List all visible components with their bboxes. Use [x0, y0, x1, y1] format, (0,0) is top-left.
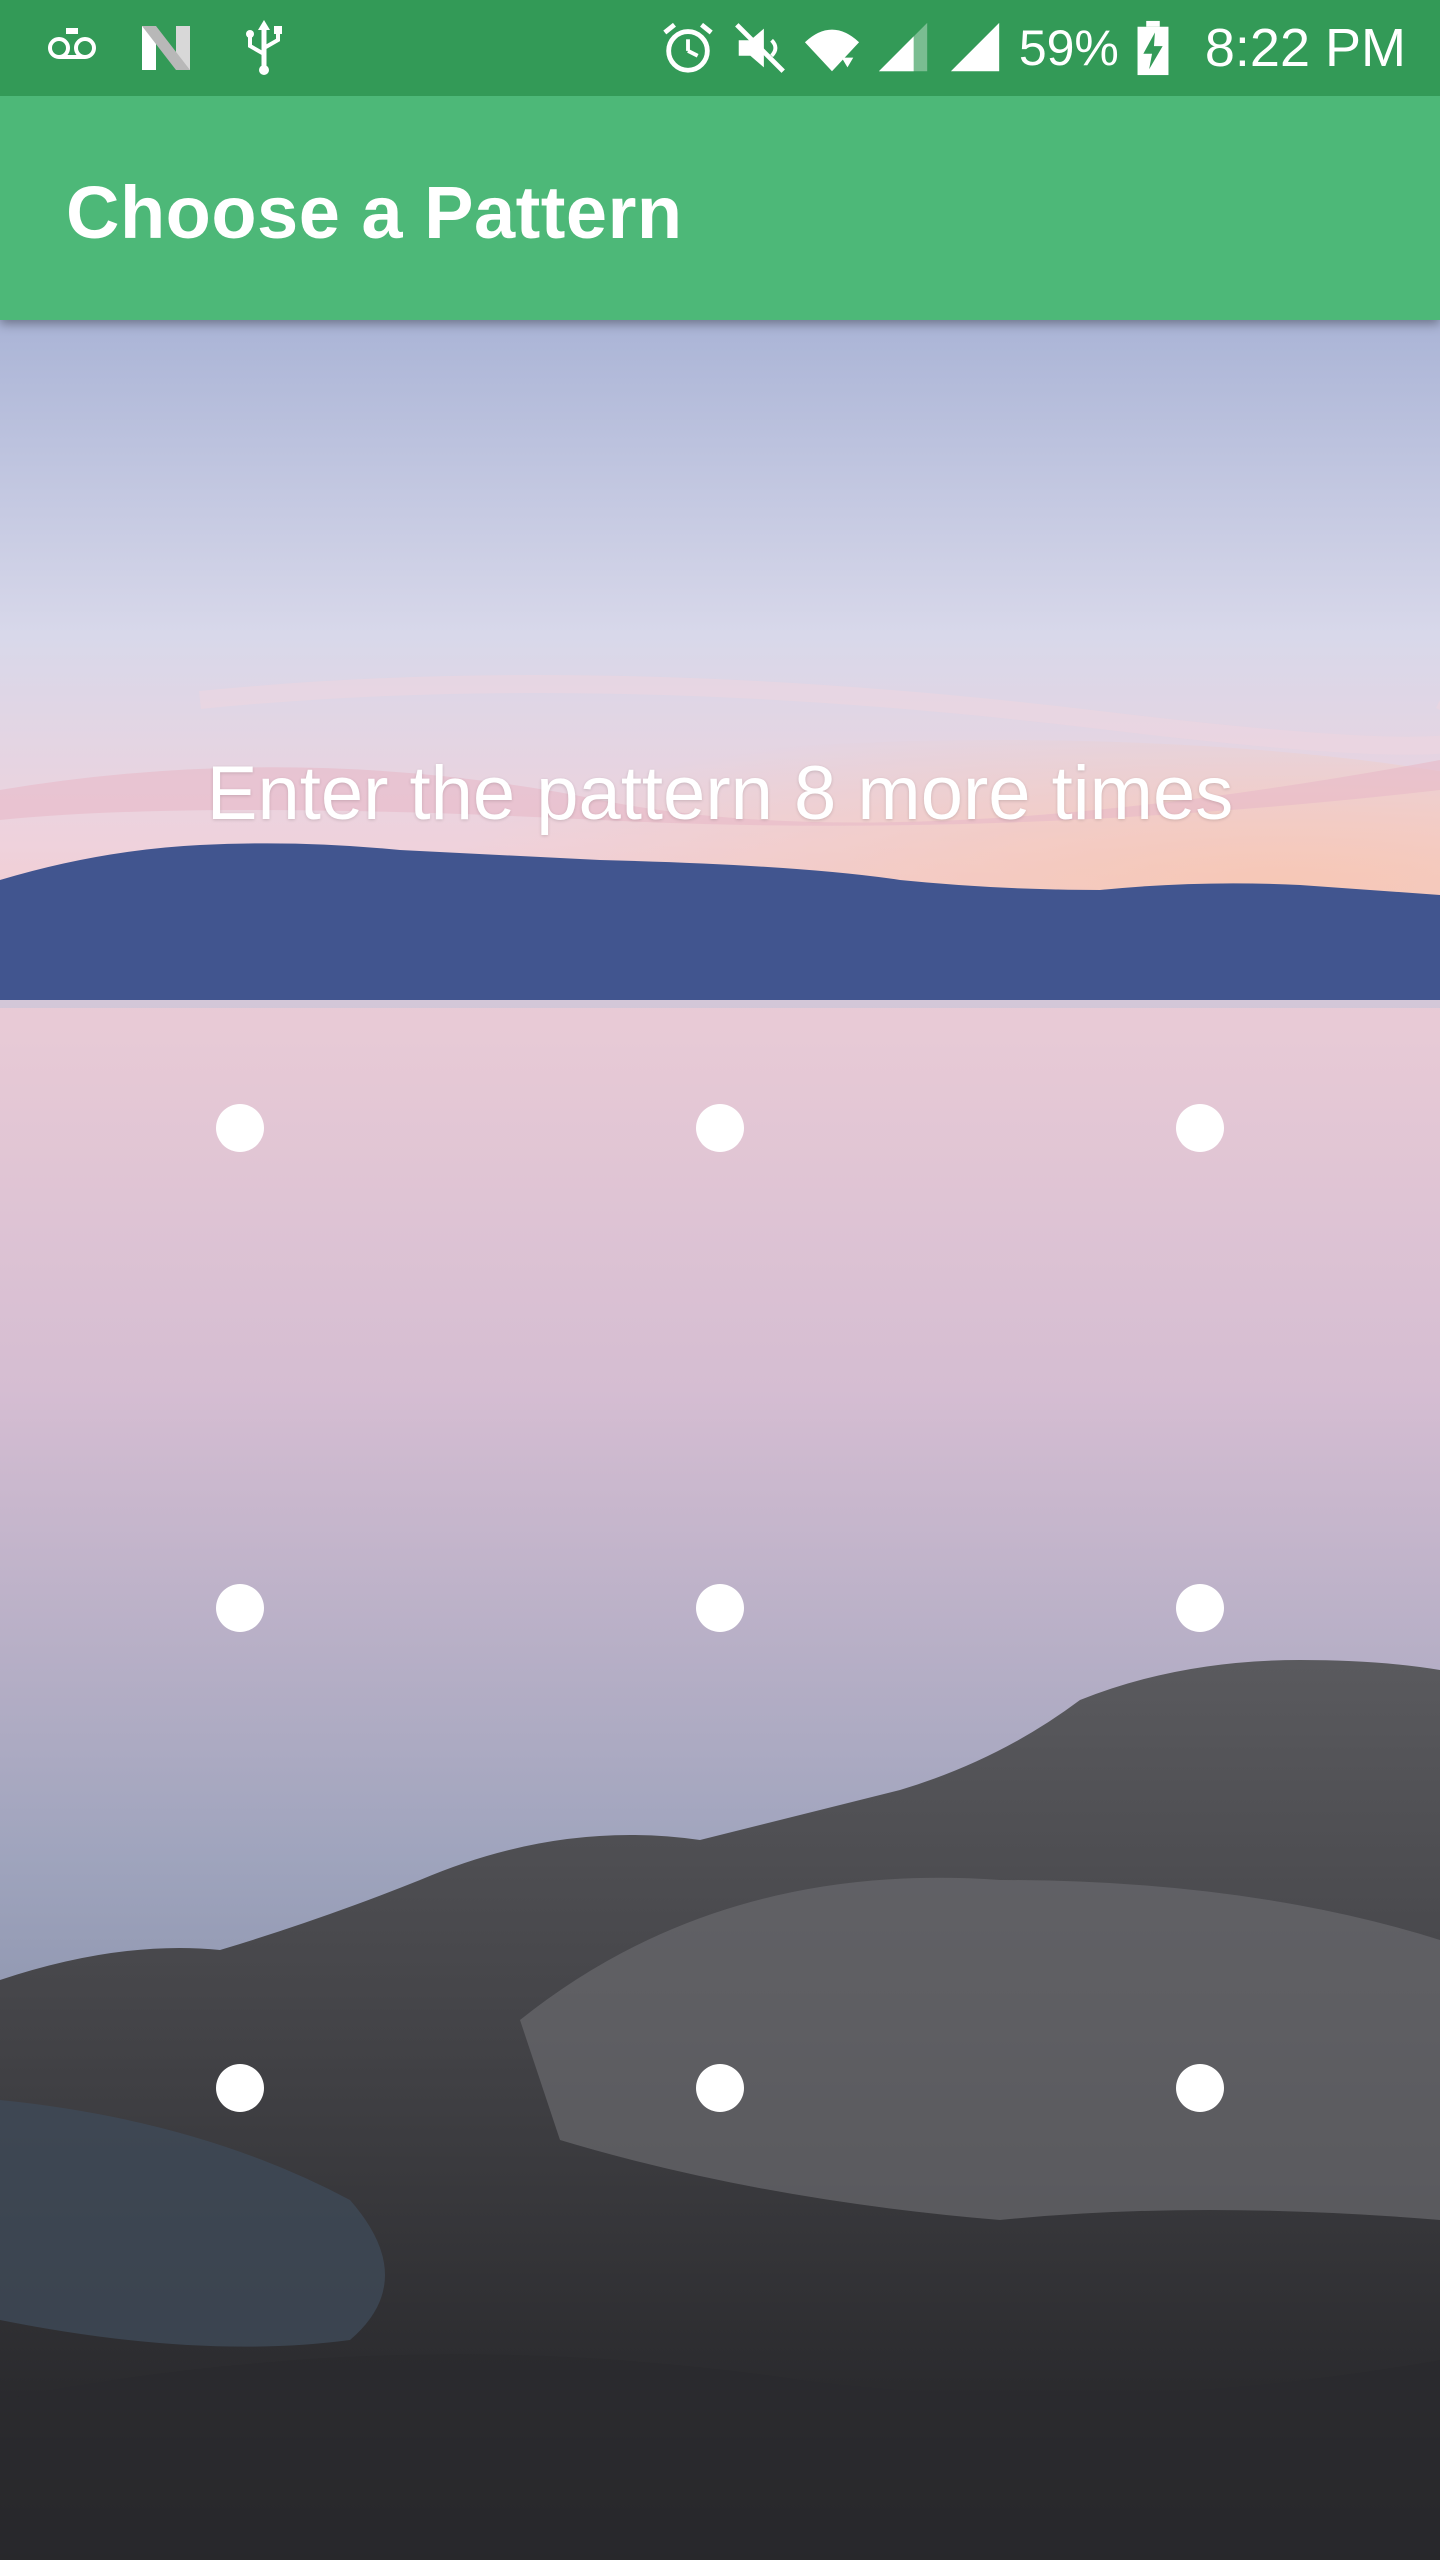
signal-icon	[947, 19, 1005, 77]
alarm-icon	[659, 19, 717, 77]
pattern-instruction: Enter the pattern 8 more times	[206, 751, 1234, 836]
pattern-dot-4[interactable]	[216, 1584, 264, 1632]
wallpaper-image	[0, 320, 1440, 2560]
pattern-dot-8[interactable]	[696, 2064, 744, 2112]
pattern-dot-7[interactable]	[216, 2064, 264, 2112]
pattern-dot-5[interactable]	[696, 1584, 744, 1632]
pattern-dot-6[interactable]	[1176, 1584, 1224, 1632]
wifi-icon	[803, 19, 861, 77]
pattern-dot-1[interactable]	[216, 1104, 264, 1152]
page-title: Choose a Pattern	[66, 171, 683, 254]
app-bar: Choose a Pattern	[0, 96, 1440, 320]
n-logo-icon	[136, 18, 196, 78]
pattern-dot-2[interactable]	[696, 1104, 744, 1152]
status-bar: 59% 8:22 PM	[0, 0, 1440, 96]
voicemail-icon	[42, 18, 102, 78]
signal-icon	[875, 19, 933, 77]
pattern-dot-3[interactable]	[1176, 1104, 1224, 1152]
screen: 59% 8:22 PM Choose a Pattern Enter the p…	[0, 0, 1440, 2560]
battery-charging-icon	[1133, 19, 1173, 77]
clock: 8:22 PM	[1204, 18, 1406, 78]
mute-icon	[731, 19, 789, 77]
battery-percent: 59%	[1018, 20, 1119, 76]
status-right: 59% 8:22 PM	[645, 0, 1406, 96]
usb-icon	[234, 18, 294, 78]
pattern-dot-9[interactable]	[1176, 2064, 1224, 2112]
